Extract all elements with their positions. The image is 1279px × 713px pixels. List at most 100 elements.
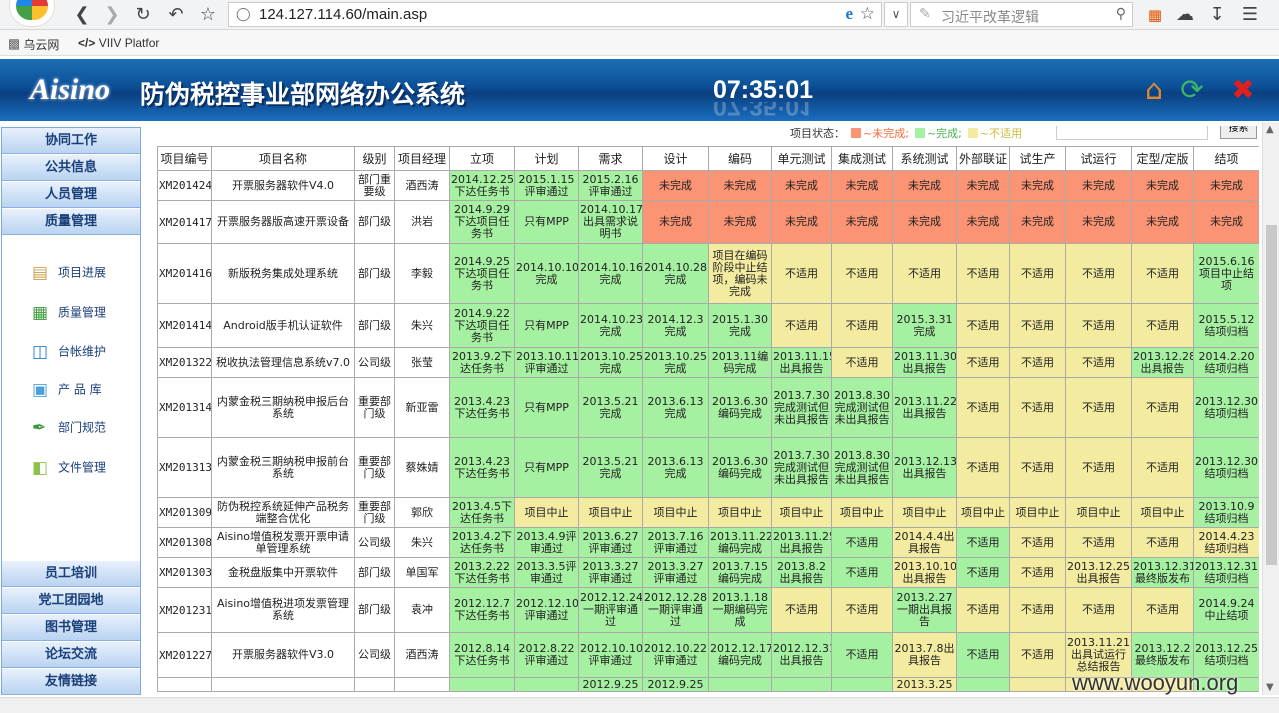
nav-personnel[interactable]: 人员管理 [2, 182, 140, 208]
table-row[interactable]: XM201414 Android版手机认证软件 部门级 朱兴 2014.9.22下达项目… [157, 303, 1259, 348]
status-legend: 项目状态： ~未完成; ~完成; ~不适用 [790, 125, 1022, 141]
home-icon[interactable]: ⌂ [1137, 73, 1171, 107]
table-cell: 2013.10.11评审通过 [514, 347, 579, 378]
filter-input[interactable] [1056, 126, 1208, 140]
table-cell[interactable]: 金税盘版集中开票软件 [211, 557, 355, 588]
table-cell: 酒西涛 [394, 632, 450, 678]
table-cell: 2014.10.16完成 [578, 243, 643, 304]
table-row[interactable]: XM201303 金税盘版集中开票软件 部门级 单国军 2013.2.22下达任务书 20… [157, 557, 1259, 588]
sidebar-item-label: 质量管理 [58, 305, 107, 320]
table-row[interactable]: XM201416 新版税务集成处理系统 部门级 李毅 2014.9.25下达项目任务书 2… [157, 243, 1259, 304]
table-row[interactable]: XM201314 内蒙金税三期纳税申报后台系统 重要部门级 新亚雷 2013.4.23下… [157, 377, 1259, 438]
table-cell: XM201322 [157, 347, 212, 378]
table-row[interactable]: XM201308 Aisino增值税发票开票申请单管理系统 公司级 朱兴 2013.4.… [157, 527, 1259, 558]
nav-training[interactable]: 员工培训 [2, 561, 140, 587]
nav-links[interactable]: 友情链接 [2, 669, 140, 695]
ie-mode-icon[interactable]: e [845, 4, 853, 24]
column-header: 集成测试 [831, 146, 893, 171]
table-cell [956, 677, 1010, 692]
download-icon[interactable]: ↧ [1205, 3, 1229, 27]
nav-library[interactable]: 图书管理 [2, 615, 140, 641]
nav-public-info[interactable]: 公共信息 [2, 155, 140, 181]
address-bar[interactable]: ◯ 124.127.114.60/main.asp e ☆ [228, 2, 882, 27]
scroll-thumb[interactable] [1266, 225, 1277, 565]
table-cell: 袁冲 [394, 587, 450, 633]
table-cell[interactable]: Aisino增值税进项发票管理系统 [211, 587, 355, 633]
search-icon[interactable]: ⚲ [1116, 6, 1126, 22]
sidebar-item-product-library[interactable]: ▣ 产 品 库 [32, 380, 102, 400]
table-cell: 部门级 [354, 243, 395, 304]
nav-forum[interactable]: 论坛交流 [2, 642, 140, 668]
table-cell: 未完成 [708, 170, 772, 201]
table-cell: 只有MPP [514, 303, 579, 348]
apps-grid-icon[interactable]: ▦ [1143, 3, 1167, 27]
table-cell: 2012.10.10评审通过 [578, 632, 643, 678]
table-cell[interactable]: 开票服务器软件V3.0 [211, 632, 355, 678]
sidebar-item-files[interactable]: ◧ 文件管理 [32, 458, 106, 478]
column-header: 项目编号 [157, 146, 212, 171]
table-cell[interactable] [211, 677, 355, 692]
table-cell: 不适用 [831, 557, 893, 588]
table-cell[interactable]: 防伪税控系统延伸产品税务端整合优化 [211, 497, 355, 528]
table-cell[interactable]: Android版手机认证软件 [211, 303, 355, 348]
sidebar-item-label: 文件管理 [58, 460, 107, 475]
table-cell: 公司级 [354, 527, 395, 558]
horizontal-scrollbar[interactable] [0, 697, 1279, 713]
bookmark-star-icon[interactable]: ☆ [860, 4, 875, 24]
sidebar-item-quality[interactable]: ▦ 质量管理 [32, 303, 106, 323]
scroll-down-icon[interactable]: ▼ [1266, 682, 1274, 693]
favorite-star-icon[interactable]: ☆ [196, 3, 220, 27]
table-cell[interactable]: 开票服务器版高速开票设备 [211, 200, 355, 244]
table-cell: 不适用 [1065, 347, 1132, 378]
reload-icon[interactable]: ↻ [131, 3, 155, 27]
table-cell[interactable]: 开票服务器软件V4.0 [211, 170, 355, 201]
table-cell: 2013.7.15编码完成 [708, 557, 772, 588]
table-cell[interactable]: 内蒙金税三期纳税申报前台系统 [211, 437, 355, 498]
nav-quality[interactable]: 质量管理 [2, 209, 140, 235]
table-row[interactable]: XM201322 税收执法管理信息系统v7.0 公司级 张莹 2013.9.2下达任务书… [157, 347, 1259, 378]
back-icon[interactable]: ❮ [70, 3, 94, 27]
table-cell: 项目中止 [708, 497, 772, 528]
table-cell[interactable]: Aisino增值税发票开票申请单管理系统 [211, 527, 355, 558]
table-cell: 未完成 [1009, 200, 1066, 244]
clock: 07:35:01 [713, 76, 814, 104]
sidebar-item-label: 项目进展 [58, 265, 107, 280]
bookmark-wooyun[interactable]: ▩ 乌云网 [8, 36, 59, 53]
nav-party[interactable]: 党工团园地 [2, 588, 140, 614]
menu-icon[interactable]: ☰ [1238, 3, 1262, 27]
table-row[interactable]: XM201424 开票服务器软件V4.0 部门重要级 酒西涛 2014.12.25下达任… [157, 170, 1259, 201]
table-cell: 项目中止 [771, 497, 832, 528]
address-dropdown-button[interactable]: ∨ [884, 2, 908, 27]
table-row[interactable]: XM201231 Aisino增值税进项发票管理系统 部门级 袁冲 2012.12.7下… [157, 587, 1259, 633]
sidebar-item-ledger[interactable]: ◫ 台帐维护 [32, 342, 106, 362]
sidebar-item-project-progress[interactable]: ▤ 项目进展 [32, 263, 106, 283]
edit-icon: ✎ [919, 6, 931, 22]
table-row[interactable]: XM201313 内蒙金税三期纳税申报前台系统 重要部门级 蔡姝婧 2013.4.23下… [157, 437, 1259, 498]
table-cell: 不适用 [1131, 377, 1194, 438]
refresh-icon[interactable]: ⟳ [1175, 73, 1209, 107]
sidebar-bottom-nav: 员工培训 党工团园地 图书管理 论坛交流 友情链接 [2, 561, 140, 696]
table-cell[interactable]: 新版税务集成处理系统 [211, 243, 355, 304]
bookmark-viiv[interactable]: </> VIIV Platfor [78, 36, 159, 50]
search-button[interactable]: 搜索 [1220, 126, 1257, 139]
nav-collaboration[interactable]: 协同工作 [2, 128, 140, 154]
table-cell: 项目中止 [831, 497, 893, 528]
search-input[interactable]: ✎ 习近平改革逻辑 ⚲ [910, 2, 1133, 27]
column-header: 单元测试 [771, 146, 832, 171]
bookmarks-bar: ▩ 乌云网 </> VIIV Platfor [0, 30, 1279, 56]
sidebar-item-dept-rules[interactable]: ✒ 部门规范 [32, 418, 106, 438]
table-row[interactable]: XM201309 防伪税控系统延伸产品税务端整合优化 重要部门级 郭欣 2013.4.5… [157, 497, 1259, 528]
close-icon[interactable]: ✖ [1226, 73, 1260, 107]
forward-icon[interactable]: ❯ [100, 3, 124, 27]
cloud-icon[interactable]: ☁ [1173, 3, 1197, 27]
bookmark-label: VIIV Platfor [98, 36, 160, 50]
table-cell[interactable]: 内蒙金税三期纳税申报后台系统 [211, 377, 355, 438]
table-cell: 2015.5.12结项归档 [1193, 303, 1259, 348]
table-cell: 2014.4.23结项归档 [1193, 527, 1259, 558]
table-row[interactable]: XM201417 开票服务器版高速开票设备 部门级 洪岩 2014.9.29下达项目任务… [157, 200, 1259, 244]
column-header: 项目经理 [394, 146, 450, 171]
table-cell[interactable]: 税收执法管理信息系统v7.0 [211, 347, 355, 378]
undo-icon[interactable]: ↶ [164, 3, 188, 27]
vertical-scrollbar[interactable]: ▲ ▼ [1262, 122, 1279, 695]
scroll-up-icon[interactable]: ▲ [1266, 124, 1274, 135]
